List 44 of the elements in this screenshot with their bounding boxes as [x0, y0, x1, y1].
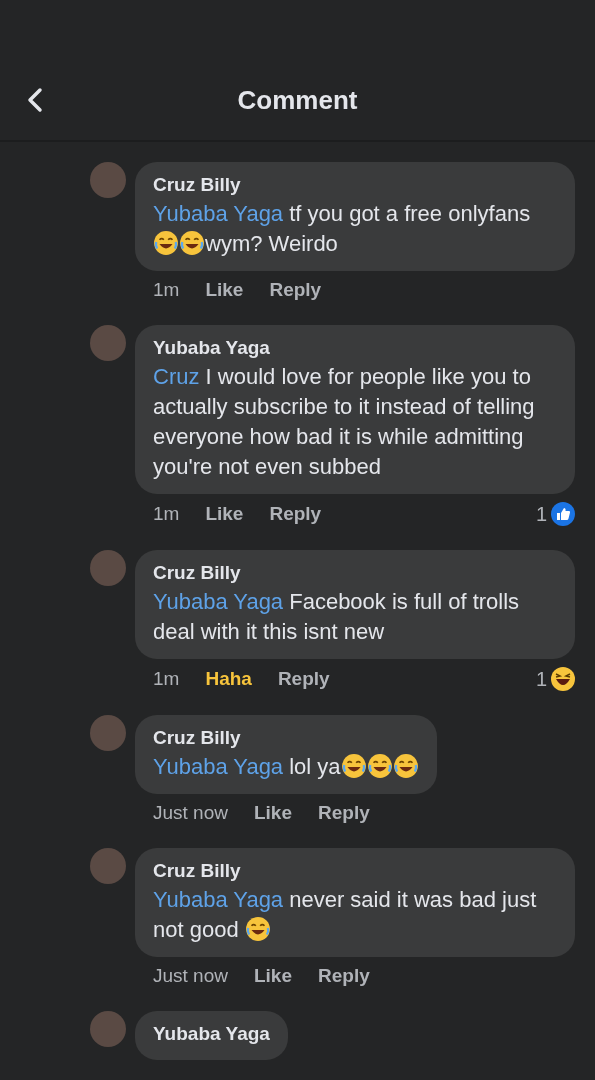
laughing-emoji-icon — [244, 916, 271, 942]
avatar[interactable] — [90, 1011, 126, 1047]
timestamp: 1m — [153, 668, 180, 690]
comment-text: Cruz I would love for people like you to actually subscribe to it instead of telling everyone how bad it is while admitting you're not even subbed — [153, 363, 536, 481]
timestamp: Just now — [153, 965, 228, 987]
avatar[interactable] — [90, 162, 126, 198]
like-link[interactable]: Haha — [205, 668, 252, 690]
laughing-emoji-icon — [340, 753, 367, 779]
reply-link[interactable]: Reply — [318, 965, 370, 987]
laughing-emoji-icon — [392, 753, 419, 779]
reaction-count: 1 — [535, 502, 547, 526]
avatar[interactable] — [90, 848, 126, 884]
author-name[interactable]: Yubaba Yaga — [153, 1023, 270, 1045]
back-icon[interactable] — [27, 87, 43, 113]
reply-link[interactable]: Reply — [277, 668, 330, 690]
author-name[interactable]: Cruz Billy — [153, 727, 419, 749]
reaction-count: 1 — [535, 667, 547, 691]
comment-text: Yubaba Yaga Facebook is full of trolls deal with it this isnt new — [153, 588, 521, 646]
like-link[interactable]: Like — [205, 279, 244, 301]
author-name[interactable]: Cruz Billy — [153, 562, 557, 584]
like-link[interactable]: Like — [205, 503, 244, 525]
comment-text: Yubaba Yaga never said it was bad just not good — [153, 886, 538, 944]
author-name[interactable]: Cruz Billy — [153, 860, 557, 882]
avatar[interactable] — [90, 325, 126, 361]
thumbs-up-icon — [551, 502, 575, 526]
page-title: Comment — [237, 84, 358, 116]
laughing-emoji-icon — [179, 230, 205, 256]
laughing-emoji-icon — [153, 230, 179, 256]
laughing-emoji-icon — [366, 753, 393, 779]
reply-link[interactable]: Reply — [269, 503, 322, 525]
laughing-face-icon — [551, 667, 575, 691]
author-name[interactable]: Yubaba Yaga — [153, 337, 557, 359]
reply-link[interactable]: Reply — [318, 802, 370, 824]
like-link[interactable]: Like — [254, 965, 292, 987]
timestamp: Just now — [153, 802, 228, 824]
avatar[interactable] — [90, 715, 126, 751]
author-name[interactable]: Cruz Billy — [153, 174, 557, 196]
reply-link[interactable]: Reply — [269, 279, 322, 301]
like-link[interactable]: Like — [254, 802, 292, 824]
avatar[interactable] — [90, 550, 126, 586]
comment-text: Yubaba Yaga lol ya — [153, 752, 419, 782]
timestamp: 1m — [153, 503, 180, 525]
timestamp: 1m — [153, 279, 180, 301]
comment-text: Yubaba Yaga tf you got a free onlyfans wym? Weirdo — [153, 200, 532, 258]
